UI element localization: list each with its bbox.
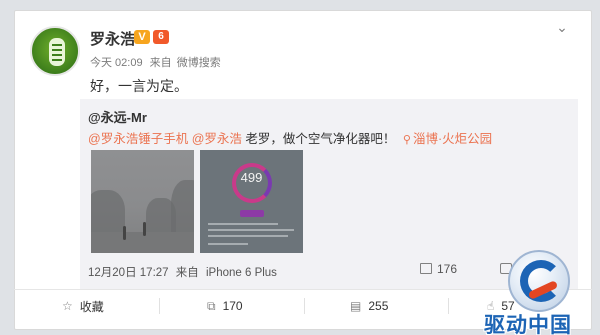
smartisan-logo-icon	[49, 38, 65, 66]
location-link[interactable]: ⚲ 淄博·火炬公园	[403, 132, 492, 146]
repost-share-button[interactable]: 176	[420, 262, 457, 276]
repost-photo-aqi[interactable]: 499	[200, 150, 303, 253]
aqi-level-tag	[240, 210, 264, 217]
mention-link[interactable]: @罗永浩	[192, 132, 242, 146]
watermark-emblem-icon	[508, 250, 570, 312]
favorite-button[interactable]: ☆ 收藏	[62, 297, 104, 315]
repost-body: 老罗，做个空气净化器吧！	[245, 132, 396, 146]
aqi-value: 499	[240, 170, 263, 185]
repost-author[interactable]: @永远-Mr	[88, 107, 147, 126]
post-meta: 今天 02:09 来自 微博搜索	[90, 54, 221, 70]
post-time[interactable]: 今天 02:09	[90, 57, 143, 69]
chevron-down-icon[interactable]: ⌄	[553, 20, 571, 34]
repost-photo-smog[interactable]	[91, 150, 194, 253]
comment-button[interactable]: ▤ 255	[350, 297, 388, 315]
post-source[interactable]: 微博搜索	[177, 57, 221, 69]
map-pin-icon: ⚲	[402, 134, 411, 146]
watermark-logo: 驱动中国	[480, 248, 598, 335]
level-badge: 6	[153, 30, 169, 44]
repost-source[interactable]: iPhone 6 Plus	[206, 267, 277, 279]
source-prefix: 来自	[175, 267, 199, 279]
share-icon: ⧉	[207, 298, 216, 313]
watermark-text: 驱动中国	[484, 314, 572, 335]
repost-meta: 12月20日 17:27 来自 iPhone 6 Plus	[88, 264, 277, 280]
mention-link[interactable]: @罗永浩锤子手机	[88, 132, 188, 146]
source-prefix: 来自	[149, 57, 172, 69]
comment-icon: ▤	[350, 299, 362, 313]
star-icon: ☆	[62, 299, 73, 313]
repost-text: @罗永浩锤子手机 @罗永浩 老罗，做个空气净化器吧！ ⚲ 淄博·火炬公园	[88, 128, 492, 147]
verified-badge: V	[134, 30, 150, 44]
post-text: 好，一言为定。	[90, 78, 188, 94]
share-icon	[420, 263, 432, 274]
username[interactable]: 罗永浩	[90, 28, 135, 49]
avatar[interactable]	[30, 26, 80, 76]
share-button[interactable]: ⧉ 170	[207, 297, 243, 315]
repost-time[interactable]: 12月20日 17:27	[88, 267, 169, 279]
